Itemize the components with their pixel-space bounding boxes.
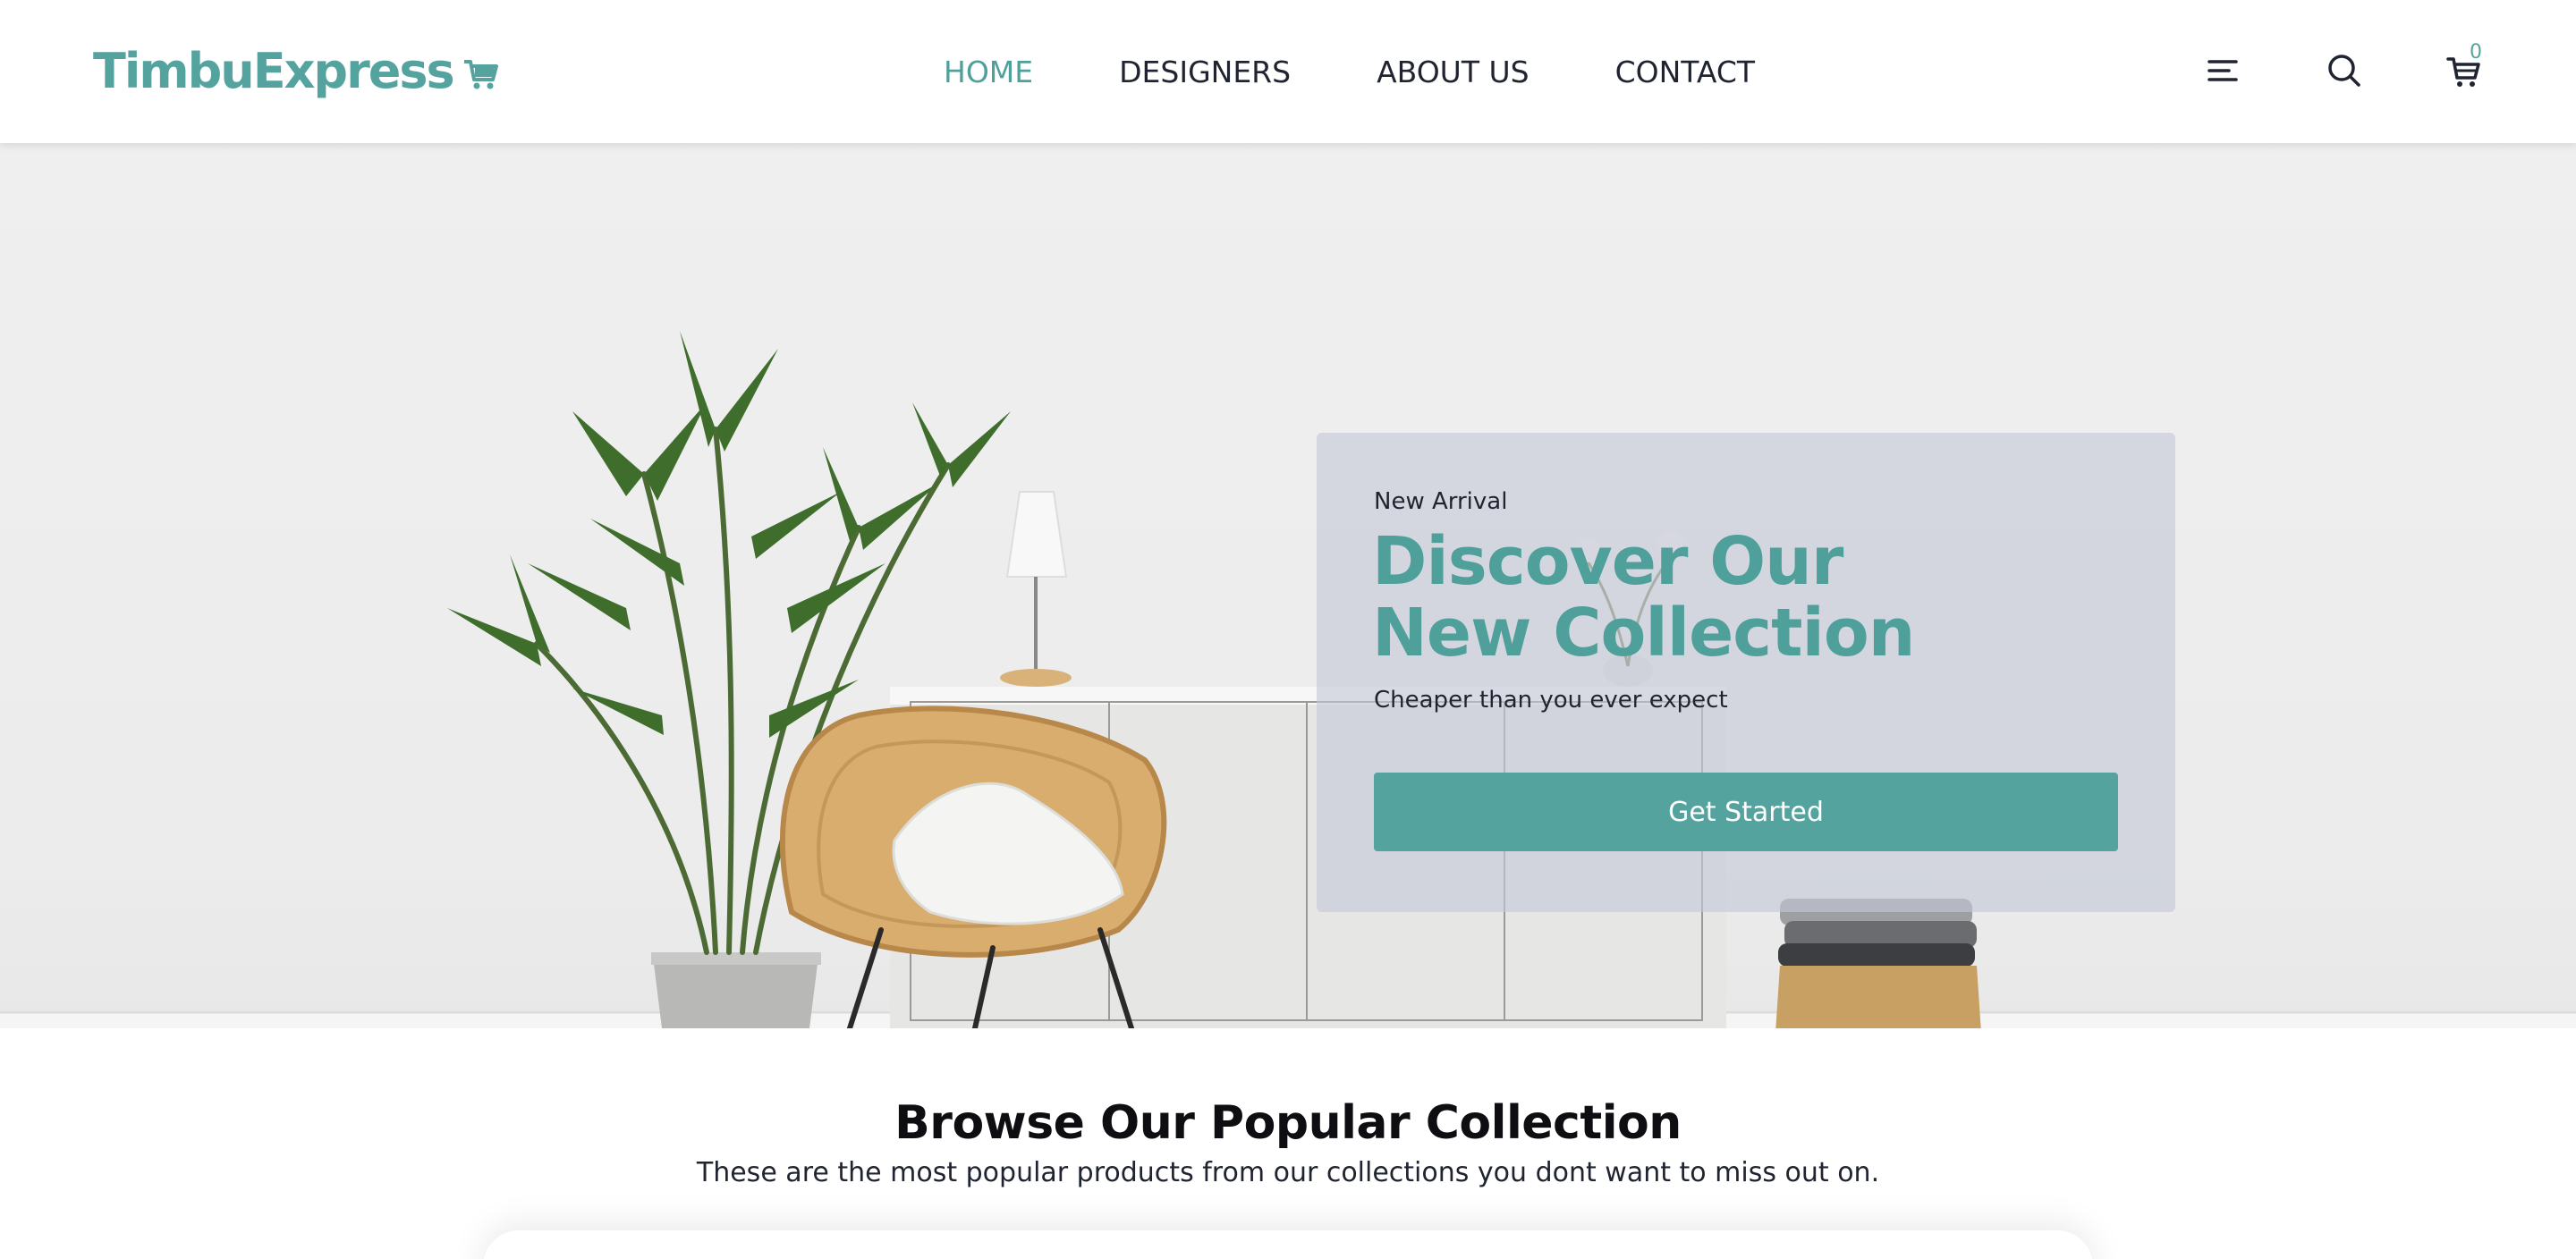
brand-name: TimbuExpress: [93, 42, 455, 99]
hero-promo-card: New Arrival Discover Our New Collection …: [1317, 433, 2175, 912]
shopping-cart-icon: [462, 55, 500, 92]
popular-collection-carousel: [483, 1230, 2093, 1259]
popular-collection-subtitle: These are the most popular products from…: [696, 1157, 1880, 1188]
search-icon[interactable]: [2324, 50, 2365, 91]
menu-icon[interactable]: [2202, 50, 2243, 91]
nav-home[interactable]: HOME: [944, 55, 1033, 89]
brand-logo[interactable]: TimbuExpress: [93, 39, 500, 102]
popular-collection-title: Browse Our Popular Collection: [894, 1096, 1682, 1150]
nav-contact[interactable]: CONTACT: [1615, 55, 1756, 89]
cart-count-badge: 0: [2470, 40, 2482, 63]
hero-banner: New Arrival Discover Our New Collection …: [0, 143, 2576, 1028]
site-header: TimbuExpress HOME DESIGNERS ABOUT US CON…: [0, 0, 2576, 143]
hero-subtitle: Cheaper than you ever expect: [1374, 687, 1728, 714]
hero-room-illustration: [0, 331, 2576, 1028]
hero-eyebrow: New Arrival: [1374, 488, 1508, 515]
main-nav: HOME DESIGNERS ABOUT US CONTACT: [944, 48, 1755, 95]
nav-about-us[interactable]: ABOUT US: [1377, 55, 1530, 89]
get-started-button[interactable]: Get Started: [1374, 773, 2118, 851]
hero-title: Discover Our New Collection: [1372, 523, 1915, 672]
nav-designers[interactable]: DESIGNERS: [1119, 55, 1291, 89]
